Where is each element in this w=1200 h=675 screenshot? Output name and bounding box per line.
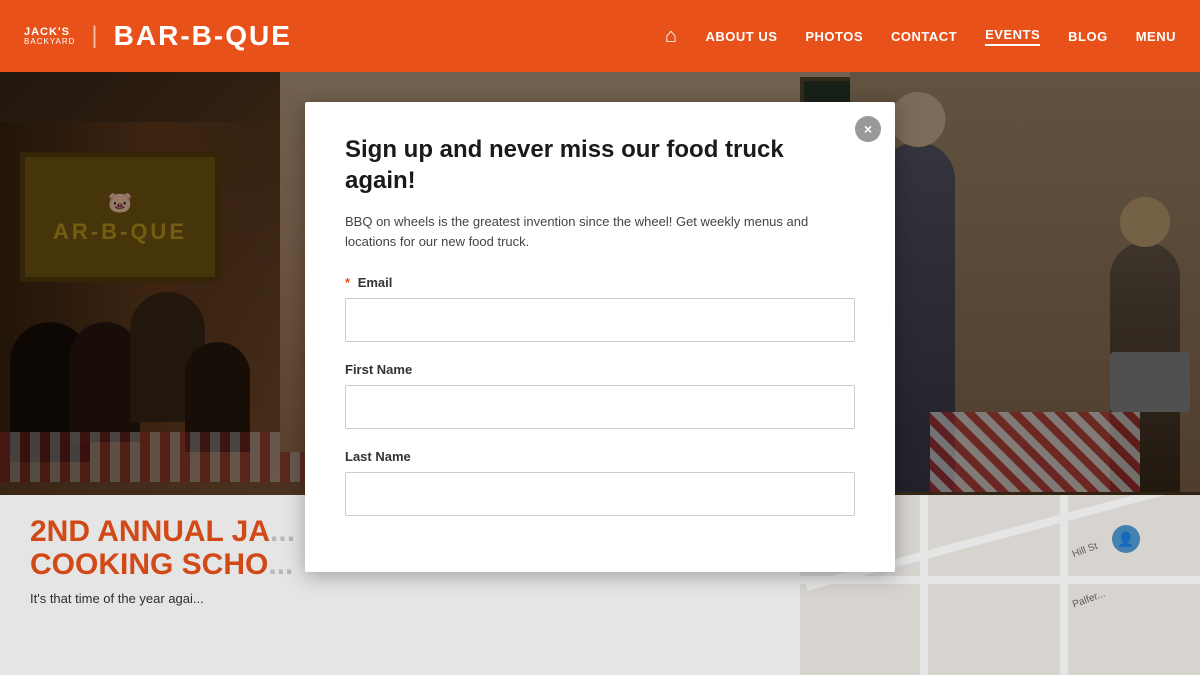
signup-modal: × Sign up and never miss our food truck … (305, 102, 895, 572)
modal-close-button[interactable]: × (855, 116, 881, 142)
last-name-field-group: Last Name (345, 449, 855, 516)
email-field-group: * Email (345, 275, 855, 342)
email-label-text: Email (358, 275, 393, 290)
nav-events[interactable]: EVENTS (985, 27, 1040, 46)
required-indicator: * (345, 275, 350, 290)
modal-title: Sign up and never miss our food truck ag… (345, 134, 855, 196)
logo-backyard: BACKYARD (24, 38, 75, 47)
nav-home[interactable]: ⌂ (665, 25, 678, 48)
modal-overlay: × Sign up and never miss our food truck … (0, 72, 1200, 675)
nav-contact[interactable]: CONTACT (891, 29, 957, 44)
first-name-input[interactable] (345, 385, 855, 429)
site-header: JACK'S BACKYARD | BAR-B-QUE ⌂ ABOUT US P… (0, 0, 1200, 72)
first-name-label-text: First Name (345, 362, 412, 377)
last-name-input[interactable] (345, 472, 855, 516)
nav-photos[interactable]: PHOTOS (805, 29, 863, 44)
logo-jacks: JACK'S (24, 26, 75, 38)
main-nav: ⌂ ABOUT US PHOTOS CONTACT EVENTS BLOG ME… (665, 25, 1176, 48)
first-name-field-group: First Name (345, 362, 855, 429)
logo-brand: BAR-B-QUE (114, 20, 292, 52)
email-label: * Email (345, 275, 855, 290)
email-input[interactable] (345, 298, 855, 342)
last-name-label-text: Last Name (345, 449, 411, 464)
logo-text: JACK'S BACKYARD (24, 26, 75, 47)
home-icon: ⌂ (665, 25, 678, 47)
logo-divider: | (91, 22, 97, 50)
nav-blog[interactable]: BLOG (1068, 29, 1108, 44)
first-name-label: First Name (345, 362, 855, 377)
logo: JACK'S BACKYARD | BAR-B-QUE (24, 20, 665, 52)
last-name-label: Last Name (345, 449, 855, 464)
nav-menu[interactable]: MENU (1136, 29, 1176, 44)
modal-description: BBQ on wheels is the greatest invention … (345, 212, 855, 251)
nav-about[interactable]: ABOUT US (705, 29, 777, 44)
close-icon: × (864, 121, 872, 137)
